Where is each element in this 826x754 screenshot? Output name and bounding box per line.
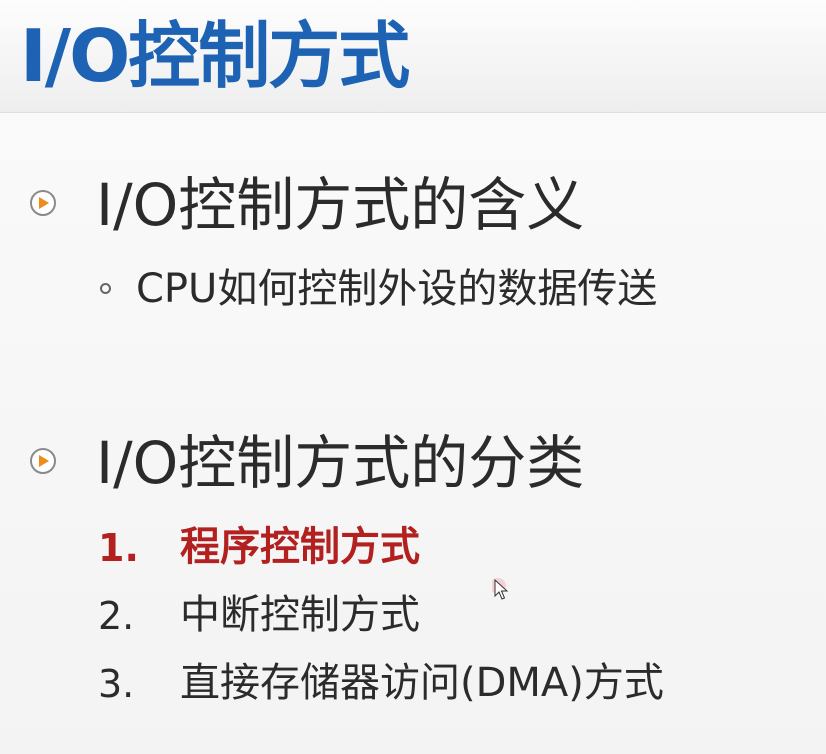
list-item-program-control: 程序控制方式 [180, 524, 420, 570]
sub-item-text: CPU如何控制外设的数据传送 [136, 266, 658, 312]
play-circle-icon [30, 190, 56, 216]
slide-title: I/O控制方式 [20, 14, 410, 98]
sub-bullet-icon [100, 283, 111, 294]
list-item-dma: 直接存储器访问(DMA)方式 [180, 660, 664, 706]
section-heading-meaning: I/O控制方式的含义 [96, 171, 585, 239]
section-heading-classification: I/O控制方式的分类 [96, 429, 585, 497]
play-circle-icon [30, 448, 56, 474]
title-band: I/O控制方式 [0, 0, 826, 113]
slide: I/O控制方式 I/O控制方式的含义 CPU如何控制外设的数据传送 I/O控制方… [0, 0, 826, 754]
mouse-pointer-icon [492, 578, 509, 600]
list-item-number: 3. [98, 662, 135, 706]
list-item-interrupt-control: 中断控制方式 [180, 592, 420, 638]
list-item-number: 1. [98, 526, 139, 570]
list-item-number: 2. [98, 594, 135, 638]
